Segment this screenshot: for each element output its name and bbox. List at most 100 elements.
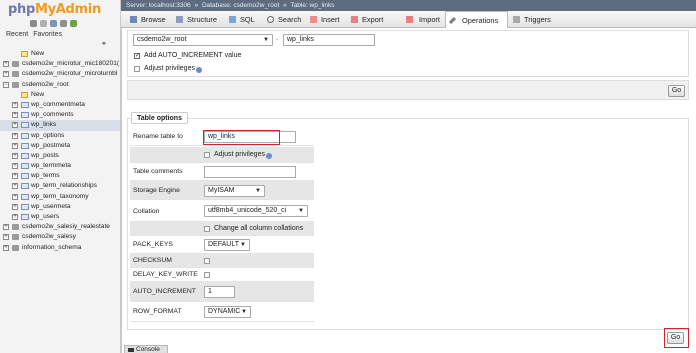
- expand-icon[interactable]: +: [12, 193, 18, 200]
- tree-database-item[interactable]: + csdemo2w_salesiy_realestate: [0, 222, 120, 232]
- tab-triggers[interactable]: Triggers: [508, 11, 558, 28]
- tab-operations[interactable]: Operations: [445, 11, 508, 28]
- nav-resize-handle[interactable]: [120, 0, 122, 353]
- tree-database-item[interactable]: + information_schema: [0, 243, 120, 253]
- expand-icon[interactable]: +: [12, 122, 18, 129]
- move-table-name-input[interactable]: wp_links: [283, 34, 375, 46]
- database-icon: [12, 61, 19, 68]
- auto-increment-input[interactable]: 1: [204, 286, 235, 298]
- tree-item-label: csdemo2w_root: [22, 80, 69, 88]
- tree-table-item[interactable]: + wp_postmeta: [0, 141, 120, 151]
- tree-database-item[interactable]: − csdemo2w_root: [0, 80, 120, 90]
- tab-search[interactable]: Search: [262, 11, 306, 28]
- tree-table-item[interactable]: + wp_termmeta: [0, 161, 120, 171]
- expand-icon[interactable]: +: [3, 224, 9, 231]
- tree-table-item[interactable]: + wp_term_relationships: [0, 181, 120, 191]
- tree-new-item[interactable]: New: [0, 49, 120, 59]
- expand-icon[interactable]: +: [12, 163, 18, 170]
- collapse-icon[interactable]: −: [3, 81, 9, 88]
- target-database-select[interactable]: csdemo2w_root ▼: [133, 34, 273, 46]
- table-icon: [21, 214, 29, 220]
- table-icon: [21, 142, 29, 149]
- tree-item-label: wp_usermeta: [31, 202, 71, 210]
- expand-icon[interactable]: +: [12, 101, 18, 108]
- expand-icon[interactable]: +: [12, 142, 18, 149]
- table-menu-bar: Browse Structure SQL Search Insert Expor…: [121, 11, 696, 28]
- settings-icon[interactable]: [60, 20, 67, 27]
- breadcrumb-server[interactable]: Server: localhost:3306: [126, 2, 191, 9]
- tree-table-item[interactable]: + wp_terms: [0, 171, 120, 181]
- tree-database-item[interactable]: + csdemo2w_salesy: [0, 232, 120, 242]
- expand-icon[interactable]: +: [12, 214, 18, 220]
- tree-table-item[interactable]: + wp_users: [0, 212, 120, 222]
- storage-engine-select[interactable]: MyISAM ▼: [204, 185, 265, 197]
- tab-structure[interactable]: Structure: [173, 11, 226, 28]
- search-icon: [267, 16, 274, 23]
- tree-database-item[interactable]: + csdemo2w_microtur_microturnbl: [0, 69, 120, 79]
- home-icon[interactable]: [30, 20, 37, 27]
- expand-icon[interactable]: +: [12, 152, 18, 159]
- tree-new-item[interactable]: New: [0, 90, 120, 100]
- expand-icon[interactable]: +: [12, 183, 18, 190]
- nav-icon-bar: [30, 20, 77, 27]
- tree-item-label: csdemo2w_microtur_mic180201(: [22, 60, 120, 68]
- help-icon[interactable]: [50, 20, 57, 27]
- expand-icon[interactable]: +: [3, 234, 9, 241]
- breadcrumb-database[interactable]: Database: csdemo2w_root: [202, 2, 279, 9]
- tab-insert[interactable]: Insert: [306, 11, 347, 28]
- expand-icon[interactable]: +: [3, 71, 9, 78]
- expand-icon[interactable]: +: [12, 173, 18, 180]
- tab-sql[interactable]: SQL: [226, 11, 262, 28]
- adjust-privileges-label: Adjust privileges: [214, 151, 265, 158]
- tab-browse[interactable]: Browse: [127, 11, 173, 28]
- table-icon: [21, 112, 29, 119]
- insert-icon: [310, 16, 317, 23]
- logout-icon[interactable]: [40, 20, 47, 27]
- database-icon: [12, 71, 19, 78]
- auto-increment-checkbox[interactable]: ✓: [134, 53, 140, 59]
- go-button-move[interactable]: Go: [668, 85, 685, 97]
- nav-tab-recent[interactable]: Recent: [6, 31, 28, 38]
- chain-link-icon[interactable]: ⚭: [101, 40, 107, 48]
- tree-item-label: information_schema: [22, 243, 82, 251]
- change-collations-checkbox[interactable]: [204, 226, 210, 232]
- breadcrumb-table[interactable]: Table: wp_links: [290, 2, 334, 9]
- tree-table-item[interactable]: + wp_commentmeta: [0, 100, 120, 110]
- tree-table-item[interactable]: + wp_posts: [0, 151, 120, 161]
- tree-table-item[interactable]: + wp_links: [0, 120, 120, 131]
- expand-icon[interactable]: +: [12, 112, 18, 119]
- adjust-privileges-checkbox[interactable]: [204, 152, 210, 158]
- highlight-rename-input: [203, 130, 280, 145]
- row-format-select[interactable]: DYNAMIC ▼: [204, 306, 251, 318]
- row-checksum: CHECKSUM: [130, 254, 314, 268]
- tab-import[interactable]: Import: [391, 11, 444, 28]
- tree-table-item[interactable]: + wp_options: [0, 131, 120, 141]
- adjust-privileges-checkbox-move[interactable]: [134, 66, 140, 72]
- structure-icon: [176, 16, 183, 23]
- expand-icon[interactable]: +: [3, 61, 9, 68]
- pack-keys-select[interactable]: DEFAULT ▼: [204, 239, 250, 251]
- sql-icon: [229, 16, 236, 23]
- help-icon[interactable]: [196, 67, 202, 73]
- tree-table-item[interactable]: + wp_comments: [0, 110, 120, 120]
- delay-key-write-checkbox[interactable]: [204, 272, 210, 278]
- console-toggle[interactable]: Console: [124, 345, 168, 353]
- tree-table-item[interactable]: + wp_term_taxonomy: [0, 192, 120, 202]
- help-icon[interactable]: [266, 153, 272, 159]
- tree-table-item[interactable]: + wp_usermeta: [0, 202, 120, 212]
- table-comments-input[interactable]: [204, 166, 296, 178]
- tab-export[interactable]: Export: [347, 11, 391, 28]
- phpmyadmin-logo[interactable]: phpMyAdmin: [8, 2, 101, 17]
- wrench-icon: [448, 16, 457, 25]
- table-options-footer: Go: [127, 325, 689, 345]
- expand-icon[interactable]: +: [12, 132, 18, 139]
- reload-icon[interactable]: [70, 20, 77, 27]
- table-icon: [21, 101, 29, 108]
- collation-select[interactable]: utf8mb4_unicode_520_ci ▼: [204, 205, 308, 217]
- nav-tab-favorites[interactable]: Favorites: [33, 31, 62, 38]
- checksum-checkbox[interactable]: [204, 258, 210, 264]
- tree-database-item[interactable]: + csdemo2w_microtur_mic180201(: [0, 59, 120, 69]
- expand-icon[interactable]: +: [12, 203, 18, 210]
- logo-text-myadmin: MyAdmin: [34, 2, 101, 17]
- expand-icon[interactable]: +: [3, 244, 9, 251]
